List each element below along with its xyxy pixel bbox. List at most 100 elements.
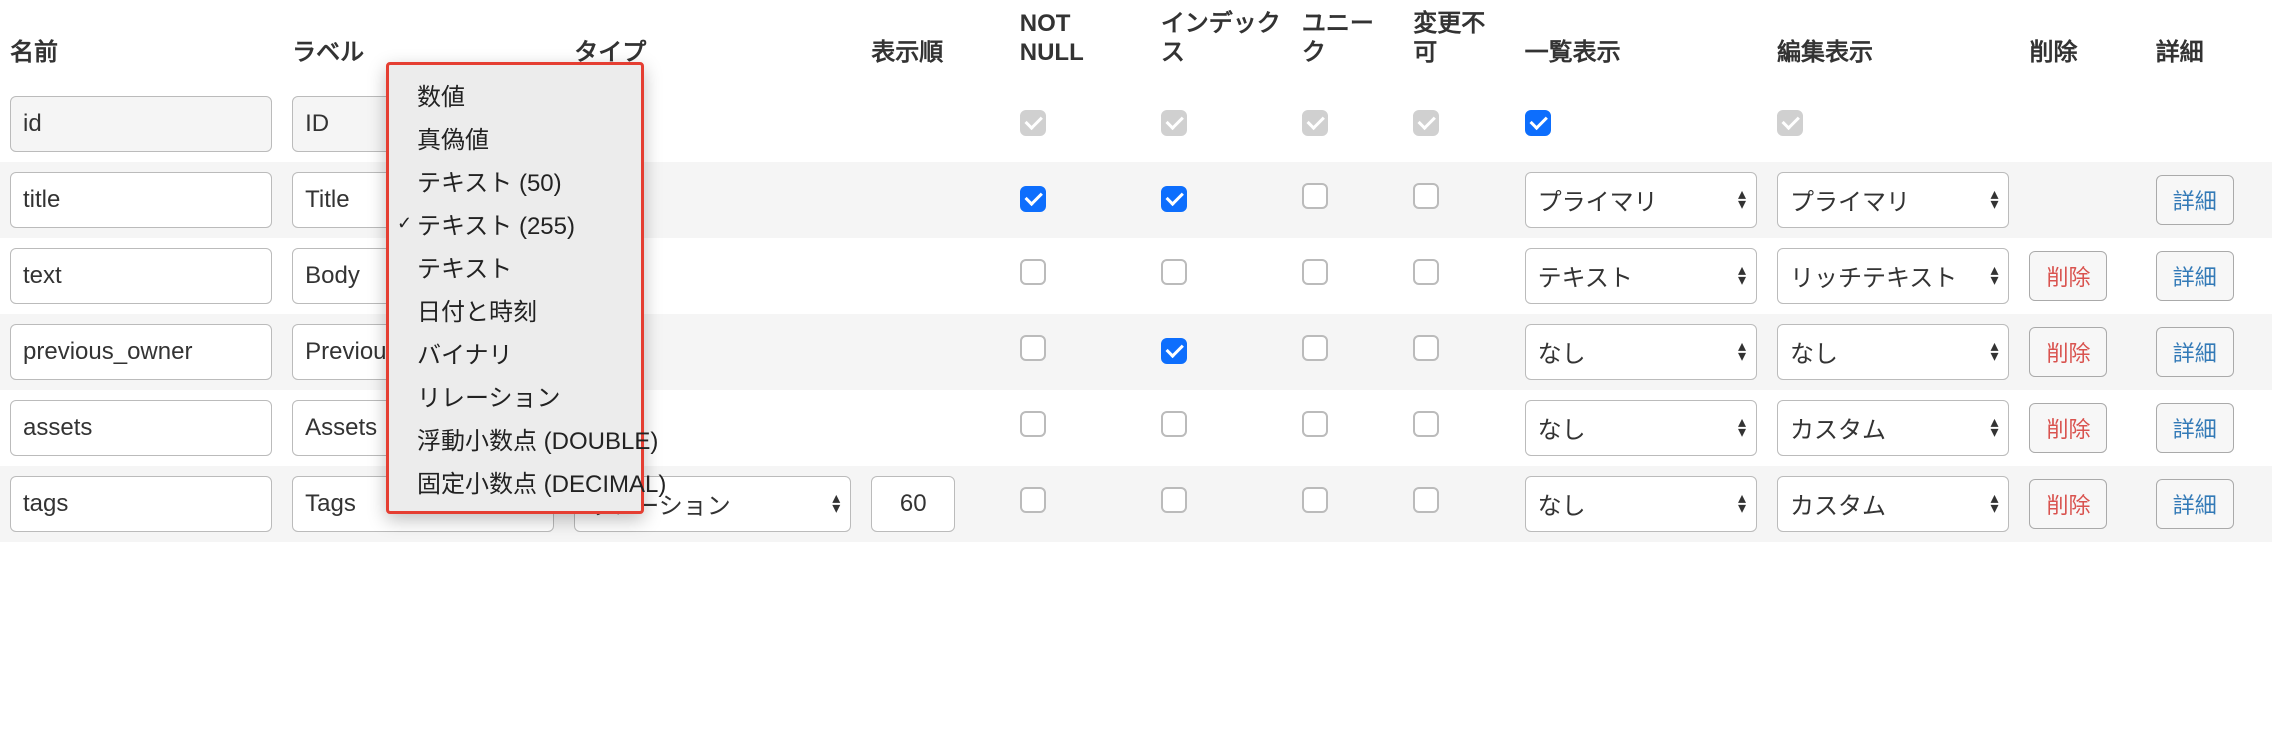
- not_null-checkbox[interactable]: [1020, 411, 1046, 437]
- list-display-select[interactable]: なし▴ ▾: [1525, 400, 1757, 456]
- index-checkbox[interactable]: [1161, 487, 1187, 513]
- type-option[interactable]: リレーション: [389, 374, 641, 417]
- updown-icon: ▴ ▾: [1990, 494, 1998, 514]
- th-readonly: 変更不可: [1403, 0, 1514, 86]
- list-display-select[interactable]: プライマリ▴ ▾: [1525, 172, 1757, 228]
- name-input[interactable]: [10, 172, 272, 228]
- detail-button[interactable]: 詳細: [2156, 175, 2234, 225]
- columns-table: 名前 ラベル タイプ 表示順 NOT NULL インデックス ユニーク 変更不可…: [0, 0, 2272, 542]
- th-index: インデックス: [1151, 0, 1292, 86]
- index-checkbox[interactable]: [1161, 338, 1187, 364]
- list-display-select[interactable]: テキスト▴ ▾: [1525, 248, 1757, 304]
- th-not-null: NOT NULL: [1010, 0, 1151, 86]
- type-option[interactable]: 数値: [389, 73, 641, 116]
- index-checkbox[interactable]: [1161, 411, 1187, 437]
- type-option[interactable]: 固定小数点 (DECIMAL): [389, 460, 641, 503]
- readonly-checkbox: [1413, 110, 1439, 136]
- type-option[interactable]: バイナリ: [389, 331, 641, 374]
- type-option-label: テキスト (50): [417, 163, 562, 198]
- index-checkbox: [1161, 110, 1187, 136]
- delete-button[interactable]: 削除: [2029, 327, 2107, 377]
- updown-icon: ▴ ▾: [1990, 418, 1998, 438]
- not_null-checkbox[interactable]: [1020, 259, 1046, 285]
- updown-icon: ▴ ▾: [1738, 418, 1746, 438]
- order-input[interactable]: [871, 476, 955, 532]
- detail-button[interactable]: 詳細: [2156, 479, 2234, 529]
- table-row: [0, 86, 2272, 162]
- detail-button[interactable]: 詳細: [2156, 327, 2234, 377]
- detail-button[interactable]: 詳細: [2156, 403, 2234, 453]
- readonly-checkbox[interactable]: [1413, 411, 1439, 437]
- updown-icon: ▴ ▾: [1738, 494, 1746, 514]
- name-input[interactable]: [10, 248, 272, 304]
- type-option[interactable]: テキスト (50): [389, 159, 641, 202]
- type-option-label: リレーション: [417, 378, 561, 413]
- type-option-label: 固定小数点 (DECIMAL): [417, 464, 666, 499]
- th-edit: 編集表示: [1767, 0, 2019, 86]
- delete-button[interactable]: 削除: [2029, 251, 2107, 301]
- not_null-checkbox[interactable]: [1020, 487, 1046, 513]
- type-option-label: 浮動小数点 (DOUBLE): [417, 421, 658, 456]
- edit-display-select[interactable]: なし▴ ▾: [1777, 324, 2009, 380]
- not_null-checkbox: [1020, 110, 1046, 136]
- type-option[interactable]: 真偽値: [389, 116, 641, 159]
- check-icon: ✓: [397, 213, 412, 234]
- table-row: テキスト▴ ▾リッチテキスト▴ ▾削除詳細: [0, 238, 2272, 314]
- readonly-checkbox[interactable]: [1413, 487, 1439, 513]
- edit-display-select[interactable]: プライマリ▴ ▾: [1777, 172, 2009, 228]
- type-dropdown-menu[interactable]: 数値真偽値テキスト (50)✓テキスト (255)テキスト日付と時刻バイナリリレ…: [386, 62, 644, 514]
- type-option-label: 真偽値: [417, 120, 489, 155]
- type-option-label: 日付と時刻: [417, 292, 537, 327]
- type-option-label: 数値: [417, 77, 465, 112]
- type-option[interactable]: ✓テキスト (255): [389, 202, 641, 245]
- updown-icon: ▴ ▾: [832, 494, 840, 514]
- th-delete: 削除: [2019, 0, 2145, 86]
- name-input: [10, 96, 272, 152]
- updown-icon: ▴ ▾: [1738, 190, 1746, 210]
- updown-icon: ▴ ▾: [1990, 190, 1998, 210]
- index-checkbox[interactable]: [1161, 259, 1187, 285]
- updown-icon: ▴ ▾: [1738, 266, 1746, 286]
- th-list: 一覧表示: [1515, 0, 1767, 86]
- detail-button[interactable]: 詳細: [2156, 251, 2234, 301]
- name-input[interactable]: [10, 400, 272, 456]
- list-display-select[interactable]: なし▴ ▾: [1525, 324, 1757, 380]
- edit-display-select[interactable]: カスタム▴ ▾: [1777, 400, 2009, 456]
- edit-display-select[interactable]: カスタム▴ ▾: [1777, 476, 2009, 532]
- updown-icon: ▴ ▾: [1990, 342, 1998, 362]
- delete-button[interactable]: 削除: [2029, 479, 2107, 529]
- edit-display-checkbox: [1777, 110, 1803, 136]
- readonly-checkbox[interactable]: [1413, 183, 1439, 209]
- th-order: 表示順: [861, 0, 1009, 86]
- type-option-label: テキスト: [417, 249, 512, 284]
- readonly-checkbox[interactable]: [1413, 335, 1439, 361]
- name-input[interactable]: [10, 324, 272, 380]
- type-option[interactable]: 浮動小数点 (DOUBLE): [389, 417, 641, 460]
- not_null-checkbox[interactable]: [1020, 186, 1046, 212]
- unique-checkbox[interactable]: [1302, 487, 1328, 513]
- list-display-checkbox[interactable]: [1525, 110, 1551, 136]
- unique-checkbox[interactable]: [1302, 259, 1328, 285]
- updown-icon: ▴ ▾: [1990, 266, 1998, 286]
- unique-checkbox[interactable]: [1302, 411, 1328, 437]
- th-name: 名前: [0, 0, 282, 86]
- type-option[interactable]: 日付と時刻: [389, 288, 641, 331]
- th-unique: ユニーク: [1292, 0, 1403, 86]
- table-row: プライマリ▴ ▾ プライマリ▴ ▾ 詳細: [0, 162, 2272, 238]
- type-option[interactable]: テキスト: [389, 245, 641, 288]
- edit-display-select[interactable]: リッチテキスト▴ ▾: [1777, 248, 2009, 304]
- name-input[interactable]: [10, 476, 272, 532]
- list-display-select[interactable]: なし▴ ▾: [1525, 476, 1757, 532]
- unique-checkbox[interactable]: [1302, 183, 1328, 209]
- type-option-label: バイナリ: [417, 335, 513, 370]
- th-detail: 詳細: [2146, 0, 2272, 86]
- updown-icon: ▴ ▾: [1738, 342, 1746, 362]
- index-checkbox[interactable]: [1161, 186, 1187, 212]
- table-row: リレーション▴ ▾なし▴ ▾カスタム▴ ▾削除詳細: [0, 466, 2272, 542]
- readonly-checkbox[interactable]: [1413, 259, 1439, 285]
- table-row: なし▴ ▾ カスタム▴ ▾ 削除詳細: [0, 390, 2272, 466]
- not_null-checkbox[interactable]: [1020, 335, 1046, 361]
- unique-checkbox[interactable]: [1302, 335, 1328, 361]
- delete-button[interactable]: 削除: [2029, 403, 2107, 453]
- type-option-label: テキスト (255): [417, 206, 575, 241]
